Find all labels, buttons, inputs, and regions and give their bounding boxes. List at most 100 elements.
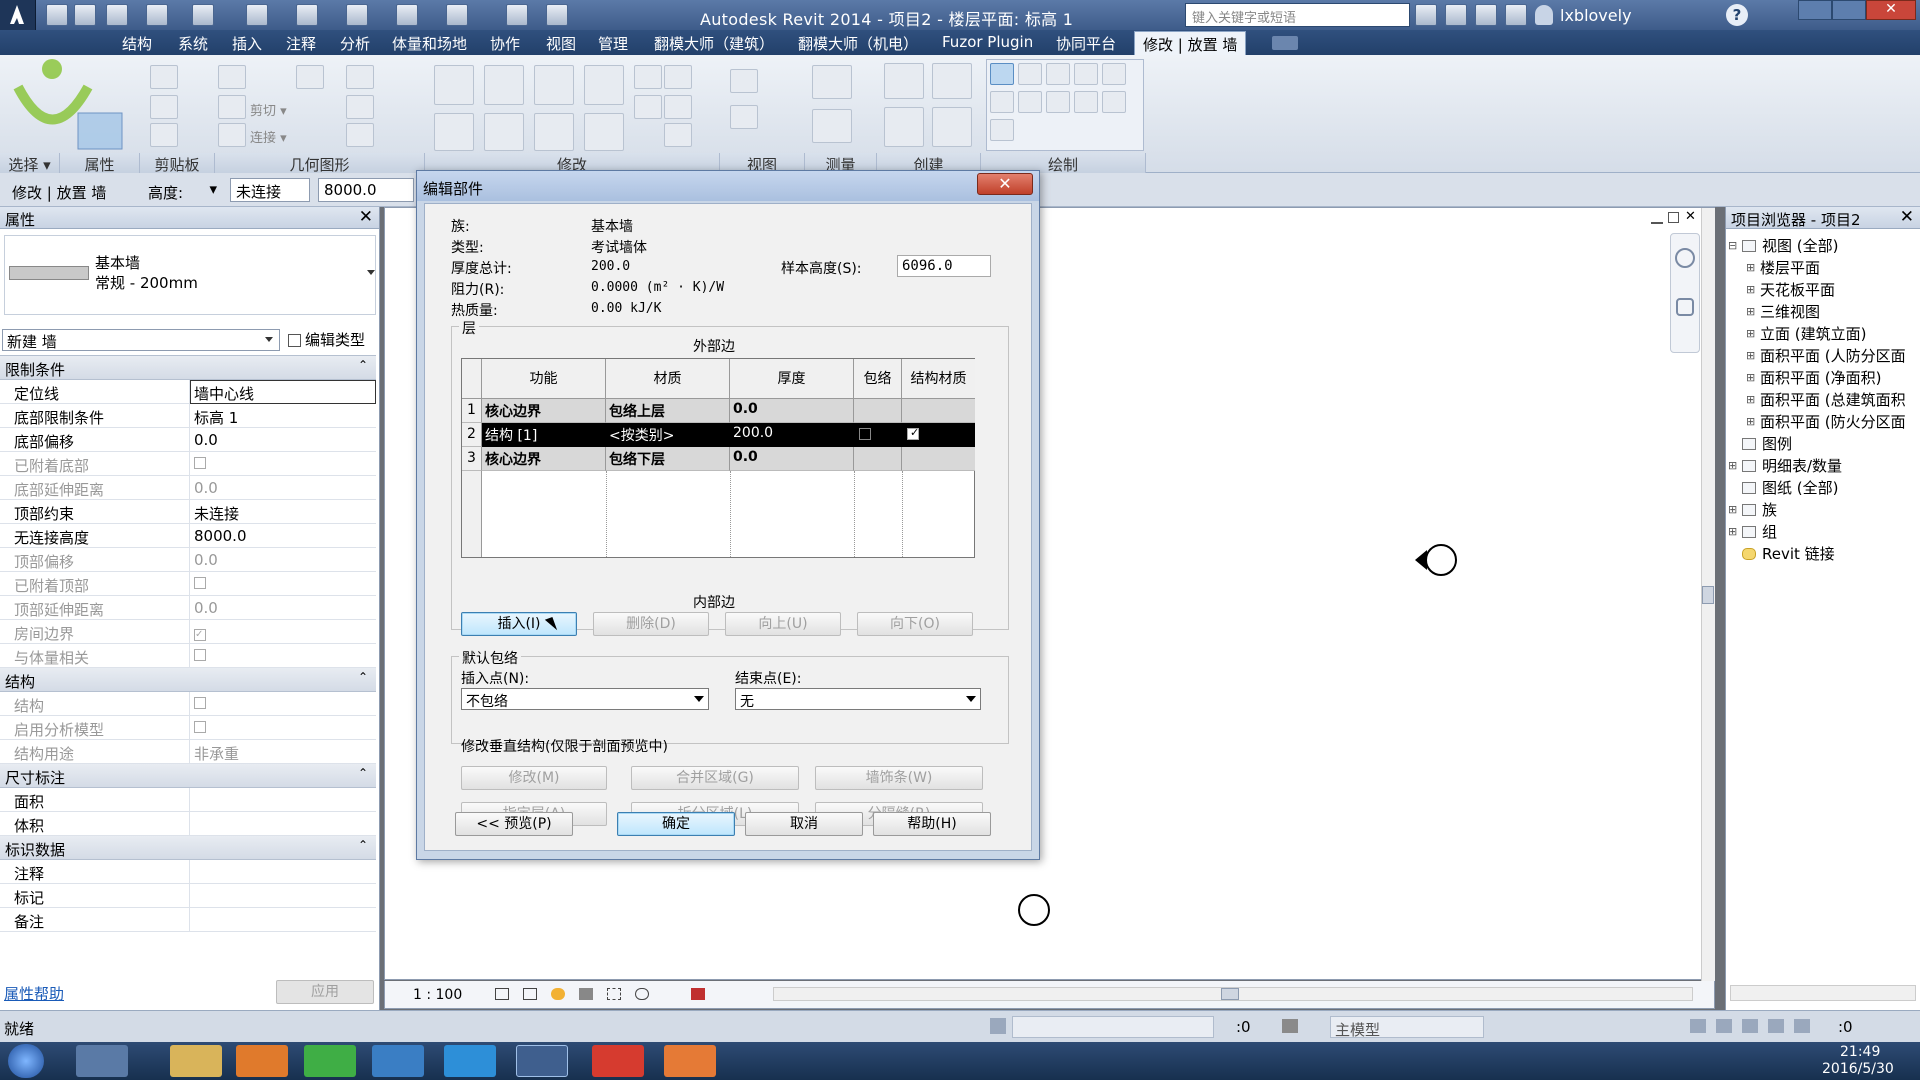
override-icon[interactable] — [730, 105, 758, 129]
elevation-marker-bottom[interactable] — [1018, 894, 1050, 926]
collapse-icon[interactable]: ⌃ — [358, 670, 368, 684]
ok-button[interactable]: 确定 — [617, 812, 735, 836]
row-number[interactable]: 2 — [462, 423, 482, 447]
taskbar-explorer-icon[interactable] — [170, 1045, 222, 1077]
view-scale[interactable]: 1 : 100 — [413, 987, 462, 1003]
arc-center-icon[interactable] — [1018, 91, 1042, 113]
cope-icon[interactable] — [218, 65, 246, 89]
layer-structural-cell[interactable] — [902, 447, 975, 471]
ceiling-plans-node[interactable]: 天花板平面 — [1760, 279, 1835, 300]
align-icon[interactable] — [434, 65, 474, 105]
open-icon[interactable] — [46, 4, 68, 26]
maximize-icon[interactable] — [1832, 0, 1866, 20]
property-value[interactable] — [194, 647, 206, 665]
demolish-icon[interactable] — [346, 123, 374, 147]
steering-wheel-icon[interactable] — [1675, 248, 1695, 268]
reveal-hidden-icon[interactable] — [691, 988, 705, 1000]
split-face-icon[interactable] — [346, 65, 374, 89]
collapse-icon[interactable]: ⊟ — [1728, 239, 1737, 252]
select-underlay-icon[interactable] — [1716, 1019, 1732, 1033]
help-icon[interactable]: ? — [1726, 4, 1748, 26]
tab-collab-platform[interactable]: 协同平台 — [1056, 33, 1116, 54]
layer-function-cell[interactable]: 核心边界 — [482, 447, 606, 471]
area-plans-civil-node[interactable]: 面积平面 (人防分区面 — [1760, 345, 1906, 366]
families-node[interactable]: 族 — [1742, 499, 1777, 520]
layer-function-cell[interactable]: 核心边界 — [482, 399, 606, 423]
area-plans-net-node[interactable]: 面积平面 (净面积) — [1760, 367, 1881, 388]
paste-icon[interactable] — [150, 95, 178, 119]
property-checkbox[interactable] — [194, 649, 206, 661]
property-value[interactable]: 8000.0 — [194, 527, 247, 545]
detail-level-icon[interactable] — [495, 988, 509, 1000]
cancel-button[interactable]: 取消 — [745, 812, 863, 836]
views-node[interactable]: 视图 (全部) — [1742, 235, 1838, 256]
visual-style-icon[interactable] — [523, 988, 537, 1000]
taskbar-app-1[interactable] — [76, 1045, 128, 1077]
close-windows-icon[interactable] — [506, 4, 528, 26]
tab-fanmo-mep[interactable]: 翻模大师（机电） — [798, 33, 918, 54]
ribbon-toggle-icon[interactable] — [1272, 36, 1298, 50]
instance-filter[interactable]: 新建 墙 — [2, 329, 280, 351]
collapse-icon[interactable]: ⌃ — [358, 766, 368, 780]
properties-help-link[interactable]: 属性帮助 — [4, 983, 64, 1004]
properties-close-icon[interactable]: ✕ — [359, 207, 373, 227]
taskbar-browser-icon[interactable] — [304, 1045, 356, 1077]
subscription-icon[interactable] — [1445, 4, 1467, 26]
rectangle-draw-icon[interactable] — [1018, 63, 1042, 85]
filter-count[interactable]: :0 — [1838, 1018, 1853, 1036]
pick-lines-icon[interactable] — [1102, 91, 1126, 113]
property-category[interactable]: 结构 ⌃ — [0, 668, 376, 692]
taskbar-media-icon[interactable] — [236, 1045, 288, 1077]
col-function[interactable]: 功能 — [482, 359, 606, 399]
create-parts-icon[interactable] — [884, 107, 924, 147]
sheets-node[interactable]: 图纸 (全部) — [1742, 477, 1838, 498]
taskbar-revit-icon[interactable] — [516, 1045, 568, 1077]
layer-structural-cell[interactable]: ✓ — [902, 423, 975, 447]
measure-icon[interactable] — [296, 4, 318, 26]
property-checkbox[interactable] — [194, 457, 206, 469]
cut-geometry-icon[interactable] — [218, 95, 246, 119]
move-up-button[interactable]: 向上(U) — [725, 612, 841, 636]
zoom-icon[interactable] — [1676, 298, 1694, 316]
select-by-face-icon[interactable] — [1768, 1019, 1784, 1033]
property-value[interactable]: 0.0 — [194, 551, 218, 569]
col-structural-material[interactable]: 结构材质 — [902, 359, 975, 399]
taskbar-slides-icon[interactable] — [664, 1045, 716, 1077]
scale-icon[interactable] — [664, 65, 692, 89]
unpin-icon[interactable] — [664, 95, 692, 119]
merge-regions-button[interactable]: 合并区域(G) — [631, 766, 799, 790]
height-input[interactable]: 8000.0 — [318, 178, 414, 202]
layer-material-cell[interactable]: 包络下层 — [606, 447, 730, 471]
tab-massing[interactable]: 体量和场地 — [392, 33, 467, 54]
user-avatar-icon[interactable] — [1535, 5, 1553, 25]
pin-icon[interactable] — [634, 95, 662, 119]
property-value[interactable]: ✓ — [194, 623, 206, 641]
clock-date[interactable]: 2016/5/30 — [1822, 1061, 1894, 1077]
mirror-pick-icon[interactable] — [534, 65, 574, 105]
layer-wrap-cell[interactable] — [854, 399, 902, 423]
clock-time[interactable]: 21:49 — [1840, 1044, 1880, 1060]
layer-thickness-cell[interactable]: 0.0 — [730, 447, 854, 471]
area-plans-gross-node[interactable]: 面积平面 (总建筑面积 — [1760, 389, 1906, 410]
worksharing-icon[interactable] — [990, 1018, 1006, 1034]
dimension-icon[interactable] — [812, 109, 852, 143]
tab-modify-place-wall[interactable]: 修改 | 放置 墙 — [1134, 31, 1247, 55]
close-icon[interactable]: ✕ — [1866, 0, 1916, 20]
property-checkbox[interactable] — [194, 577, 206, 589]
mirror-draw-icon[interactable] — [584, 65, 624, 105]
preview-button[interactable]: << 预览(P) — [455, 812, 573, 836]
taskbar-bird-icon[interactable] — [372, 1045, 424, 1077]
expand-icon[interactable]: ⊞ — [1728, 459, 1737, 472]
tab-systems[interactable]: 系统 — [178, 33, 208, 54]
create-group-icon[interactable] — [932, 63, 972, 99]
sweeps-button[interactable]: 墙饰条(W) — [815, 766, 983, 790]
drag-elements-icon[interactable] — [1794, 1019, 1810, 1033]
collapse-icon[interactable]: ⌃ — [358, 358, 368, 372]
print-icon[interactable] — [246, 4, 268, 26]
expand-icon[interactable]: ⊞ — [1746, 305, 1755, 318]
hscroll-thumb[interactable] — [1221, 988, 1239, 1000]
layer-thickness-cell[interactable]: 200.0 — [730, 423, 854, 447]
circumscribed-icon[interactable] — [1074, 63, 1098, 85]
property-category[interactable]: 尺寸标注 ⌃ — [0, 764, 376, 788]
save-icon[interactable] — [74, 4, 96, 26]
